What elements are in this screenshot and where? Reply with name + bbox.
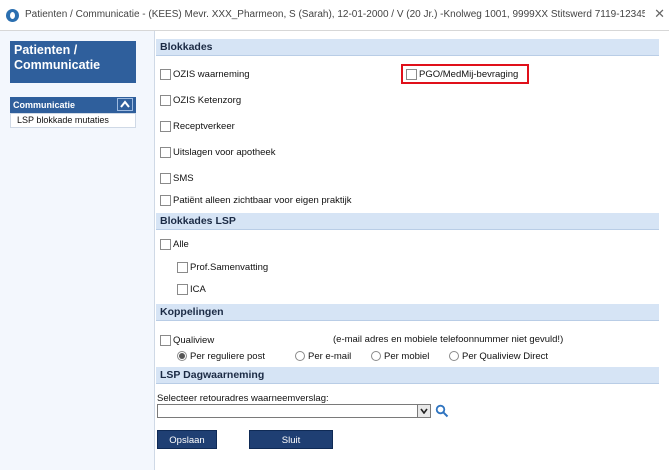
radio-button[interactable] <box>177 351 187 361</box>
checkbox[interactable] <box>160 68 171 80</box>
sidebar-section-communicatie[interactable]: Communicatie <box>10 97 136 113</box>
chevron-down-icon <box>420 408 428 414</box>
retouradres-label: Selecteer retouradres waarneemverslag: <box>157 393 329 404</box>
checkbox-ozis-waarneming[interactable]: OZIS waarneming <box>160 67 250 81</box>
radio-label: Per reguliere post <box>190 350 265 362</box>
radio-per-e-mail[interactable]: Per e-mail <box>295 349 351 363</box>
checkbox-label: Uitslagen voor apotheek <box>173 146 276 158</box>
checkbox-uitslagen-voor-apotheek[interactable]: Uitslagen voor apotheek <box>160 145 275 159</box>
sidebar-header-line1: Patienten / <box>14 43 78 57</box>
dropdown-button[interactable] <box>417 405 430 417</box>
section-lsp-dagwaarneming: LSP Dagwaarneming <box>156 367 659 384</box>
radio-label: Per e-mail <box>308 350 352 362</box>
checkbox[interactable] <box>160 120 171 132</box>
checkbox[interactable] <box>160 146 171 158</box>
collapse-button[interactable] <box>117 98 133 111</box>
checkbox[interactable] <box>160 238 171 250</box>
close-button[interactable]: Sluit <box>249 430 333 449</box>
main-content: Blokkades OZIS waarneming OZIS Ketenzorg… <box>155 31 669 470</box>
radio-button[interactable] <box>449 351 459 361</box>
checkbox-prof-samenvatting[interactable]: Prof.Samenvatting <box>177 260 268 274</box>
checkbox[interactable] <box>406 68 417 80</box>
checkbox-label: Prof.Samenvatting <box>190 261 269 273</box>
radio-button[interactable] <box>371 351 381 361</box>
radio-per-reguliere-post[interactable]: Per reguliere post <box>177 349 265 363</box>
checkbox-label: PGO/MedMij-bevraging <box>419 68 519 80</box>
window-title: Patienten / Communicatie - (KEES) Mevr. … <box>25 9 645 20</box>
title-bar: Patienten / Communicatie - (KEES) Mevr. … <box>0 0 669 31</box>
sidebar-item-lsp-blokkade-mutaties[interactable]: LSP blokkade mutaties <box>10 113 136 128</box>
radio-per-mobiel[interactable]: Per mobiel <box>371 349 429 363</box>
checkbox-label: Alle <box>173 238 189 250</box>
chevron-up-icon <box>120 100 130 108</box>
radio-button[interactable] <box>295 351 305 361</box>
radio-label: Per Qualiview Direct <box>462 350 549 362</box>
checkbox[interactable] <box>160 334 171 346</box>
sidebar-header-line2: Communicatie <box>14 58 101 72</box>
checkbox-sms[interactable]: SMS <box>160 171 194 185</box>
checkbox[interactable] <box>177 283 188 295</box>
checkbox-label: Qualiview <box>173 334 215 346</box>
checkbox-qualiview[interactable]: Qualiview <box>160 333 214 347</box>
checkbox-ica[interactable]: ICA <box>177 282 206 296</box>
section-blokkades-lsp: Blokkades LSP <box>156 213 659 230</box>
radio-per-qualiview-direct[interactable]: Per Qualiview Direct <box>449 349 548 363</box>
sidebar-section-label: Communicatie <box>13 100 76 110</box>
app-icon <box>6 9 19 22</box>
checkbox[interactable] <box>160 194 171 206</box>
checkbox-label: Receptverkeer <box>173 120 235 132</box>
section-blokkades: Blokkades <box>156 39 659 56</box>
save-button[interactable]: Opslaan <box>157 430 217 449</box>
checkbox[interactable] <box>177 261 188 273</box>
checkbox-alle[interactable]: Alle <box>160 237 189 251</box>
checkbox-label: OZIS waarneming <box>173 68 250 80</box>
checkbox-label: SMS <box>173 172 194 184</box>
section-koppelingen: Koppelingen <box>156 304 659 321</box>
close-icon[interactable]: ✕ <box>654 6 665 22</box>
search-icon[interactable] <box>435 404 449 418</box>
checkbox[interactable] <box>160 94 171 106</box>
checkbox-label: OZIS Ketenzorg <box>173 94 242 106</box>
checkbox-pgo-medmij-bevraging[interactable]: PGO/MedMij-bevraging <box>406 67 518 81</box>
qualiview-warning: (e-mail adres en mobiele telefoonnummer … <box>333 334 564 345</box>
sidebar: Patienten / Communicatie Communicatie LS… <box>0 31 155 470</box>
checkbox-label: ICA <box>190 283 206 295</box>
checkbox-eigen-praktijk[interactable]: Patiënt alleen zichtbaar voor eigen prak… <box>160 193 352 207</box>
sidebar-header: Patienten / Communicatie <box>10 41 136 83</box>
retouradres-select[interactable] <box>157 404 431 418</box>
checkbox[interactable] <box>160 172 171 184</box>
radio-label: Per mobiel <box>384 350 430 362</box>
checkbox-ozis-ketenzorg[interactable]: OZIS Ketenzorg <box>160 93 241 107</box>
checkbox-receptverkeer[interactable]: Receptverkeer <box>160 119 235 133</box>
checkbox-label: Patiënt alleen zichtbaar voor eigen prak… <box>173 194 352 206</box>
